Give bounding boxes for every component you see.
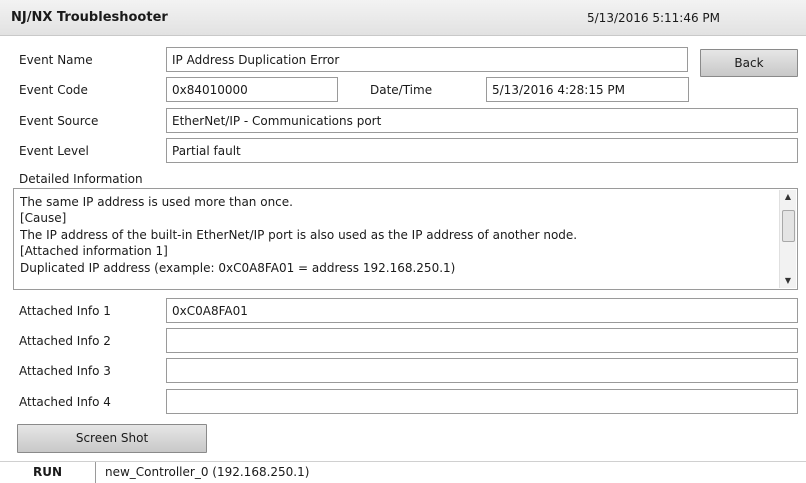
event-code-label: Event Code (19, 83, 88, 97)
event-source-label: Event Source (19, 114, 99, 128)
scroll-thumb[interactable] (782, 210, 795, 242)
detail-line: Duplicated IP address (example: 0xC0A8FA… (20, 260, 456, 275)
attached-info-2-field[interactable] (166, 328, 798, 353)
detail-scrollbar[interactable]: ▲ ▼ (779, 190, 796, 288)
attached-info-3-field[interactable] (166, 358, 798, 383)
detail-line: The IP address of the built-in EtherNet/… (20, 227, 578, 242)
attached-info-2-label: Attached Info 2 (19, 334, 111, 348)
event-level-label: Event Level (19, 144, 89, 158)
datetime-label: Date/Time (370, 83, 433, 97)
attached-info-1-field[interactable]: 0xC0A8FA01 (166, 298, 798, 323)
attached-info-4-field[interactable] (166, 389, 798, 414)
event-level-field[interactable]: Partial fault (166, 138, 798, 163)
title-bar: NJ/NX Troubleshooter 5/13/2016 5:11:46 P… (0, 0, 806, 36)
scroll-up-icon[interactable]: ▲ (780, 190, 796, 204)
back-button[interactable]: Back (700, 49, 798, 77)
attached-info-4-label: Attached Info 4 (19, 395, 111, 409)
attached-info-3-label: Attached Info 3 (19, 364, 111, 378)
detail-line: [Attached information 1] (20, 244, 168, 259)
detail-line: The same IP address is used more than on… (20, 195, 293, 209)
detailed-info-text: The same IP address is used more than on… (20, 194, 775, 276)
attached-info-1-label: Attached Info 1 (19, 304, 111, 318)
controller-mode: RUN (0, 462, 96, 483)
app-title: NJ/NX Troubleshooter (11, 10, 168, 25)
event-name-field[interactable]: IP Address Duplication Error (166, 47, 688, 72)
current-datetime: 5/13/2016 5:11:46 PM (587, 11, 721, 25)
event-source-field[interactable]: EtherNet/IP - Communications port (166, 108, 798, 133)
controller-name: new_Controller_0 (192.168.250.1) (105, 465, 310, 479)
detailed-info-textbox[interactable]: The same IP address is used more than on… (13, 188, 798, 290)
event-name-label: Event Name (19, 53, 93, 67)
status-bar: RUN new_Controller_0 (192.168.250.1) (0, 461, 806, 483)
event-code-field[interactable]: 0x84010000 (166, 77, 338, 102)
screenshot-button[interactable]: Screen Shot (17, 424, 207, 453)
event-datetime-field[interactable]: 5/13/2016 4:28:15 PM (486, 77, 689, 102)
detail-line: [Cause] (20, 211, 67, 226)
detailed-info-label: Detailed Information (19, 172, 143, 186)
scroll-down-icon[interactable]: ▼ (780, 274, 796, 288)
